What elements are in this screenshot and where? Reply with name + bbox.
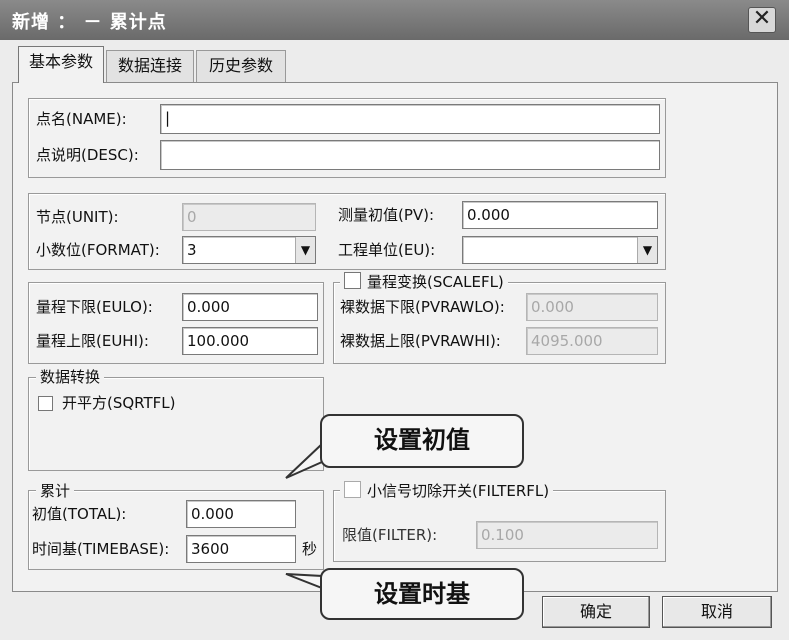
name-label: 点名(NAME): xyxy=(36,110,127,128)
format-select[interactable]: 3 ▼ xyxy=(182,236,316,264)
tab-data-connection[interactable]: 数据连接 xyxy=(106,50,194,82)
sqrt-checkbox[interactable] xyxy=(38,396,53,411)
eulo-label: 量程下限(EULO): xyxy=(36,298,153,316)
chevron-down-icon[interactable]: ▼ xyxy=(295,237,315,263)
unit-label: 节点(UNIT): xyxy=(36,208,119,226)
tab-basic-params[interactable]: 基本参数 xyxy=(18,46,104,83)
filter-label: 限值(FILTER): xyxy=(342,526,438,544)
filter-legend: 小信号切除开关(FILTERFL) xyxy=(340,480,554,501)
convert-legend: 数据转换 xyxy=(36,366,105,387)
timebase-label: 时间基(TIMEBASE): xyxy=(32,540,170,558)
desc-label: 点说明(DESC): xyxy=(36,146,139,164)
total-label: 初值(TOTAL): xyxy=(32,505,127,523)
format-value: 3 xyxy=(187,241,197,259)
filter-checkbox[interactable] xyxy=(344,481,361,498)
desc-input[interactable] xyxy=(160,140,660,170)
timebase-input[interactable]: 3600 xyxy=(186,535,296,563)
pvrawlo-label: 裸数据下限(PVRAWLO): xyxy=(340,298,505,316)
format-label: 小数位(FORMAT): xyxy=(36,241,160,259)
unit-input: 0 xyxy=(182,203,316,231)
filter-checkbox-label: 小信号切除开关(FILTERFL) xyxy=(367,482,550,500)
scale-checkbox[interactable] xyxy=(344,272,361,289)
pv-label: 测量初值(PV): xyxy=(338,206,435,224)
tab-history-params[interactable]: 历史参数 xyxy=(196,50,286,82)
filter-input: 0.100 xyxy=(476,521,658,549)
eulo-input[interactable]: 0.000 xyxy=(182,293,318,321)
pvrawhi-label: 裸数据上限(PVRAWHI): xyxy=(340,332,501,350)
eu-label: 工程单位(EU): xyxy=(338,241,436,259)
chevron-down-icon[interactable]: ▼ xyxy=(637,237,657,263)
sqrt-label: 开平方(SQRTFL) xyxy=(62,394,176,412)
euhi-input[interactable]: 100.000 xyxy=(182,327,318,355)
ok-button[interactable]: 确定 xyxy=(542,596,650,628)
pvrawlo-input: 0.000 xyxy=(526,293,658,321)
euhi-label: 量程上限(EUHI): xyxy=(36,332,149,350)
cancel-button[interactable]: 取消 xyxy=(662,596,772,628)
scale-legend: 量程变换(SCALEFL) xyxy=(340,271,508,292)
total-legend: 累计 xyxy=(36,480,75,501)
close-button[interactable]: ✕ xyxy=(748,7,776,33)
timebase-unit: 秒 xyxy=(302,540,318,558)
eu-select[interactable]: ▼ xyxy=(462,236,658,264)
pvrawhi-input: 4095.000 xyxy=(526,327,658,355)
close-icon: ✕ xyxy=(752,6,772,31)
pv-input[interactable]: 0.000 xyxy=(462,201,658,229)
callout-set-initial: 设置初值 xyxy=(320,414,524,468)
window-title: 新增 ： － 累计点 xyxy=(12,12,167,33)
callout-set-timebase: 设置时基 xyxy=(320,568,524,620)
name-input[interactable]: | xyxy=(160,104,660,134)
total-input[interactable]: 0.000 xyxy=(186,500,296,528)
scale-checkbox-label: 量程变换(SCALEFL) xyxy=(367,273,504,291)
